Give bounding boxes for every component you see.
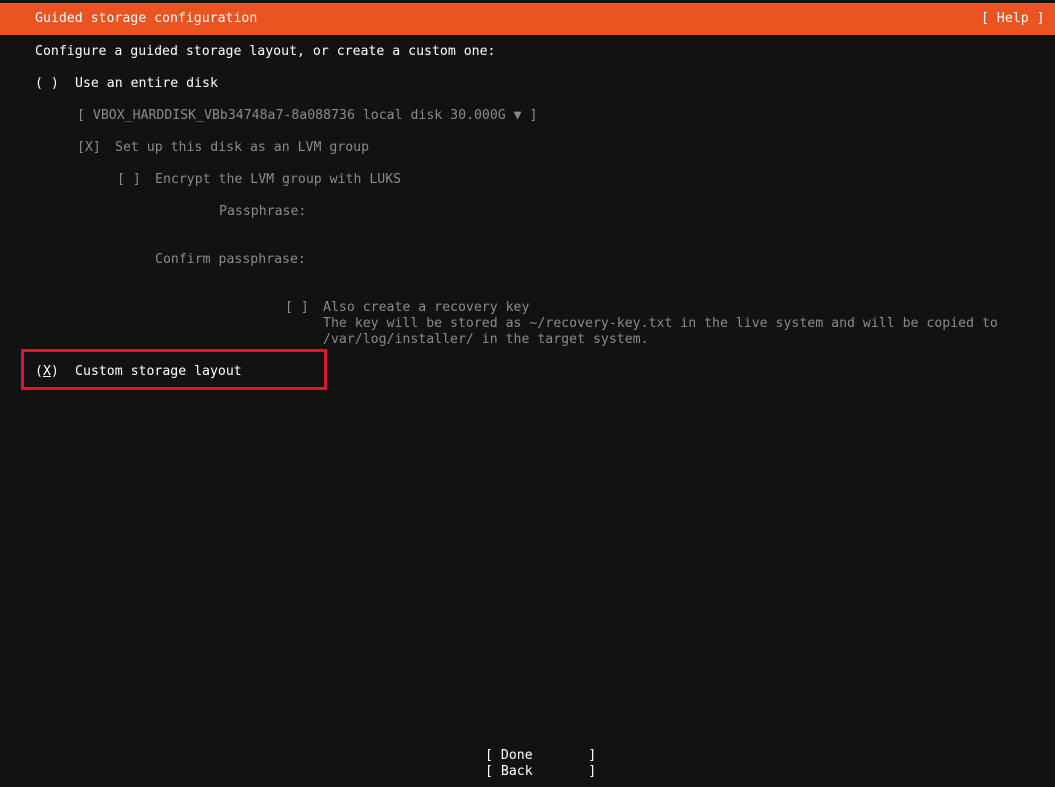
disk-select-dropdown[interactable]: [ VBOX_HARDDISK_VBb34748a7-8a088736 loca… bbox=[77, 108, 538, 124]
intro-text: Configure a guided storage layout, or cr… bbox=[35, 44, 496, 59]
help-button[interactable]: [ Help ] bbox=[981, 11, 1045, 27]
custom-layout-label: Custom storage layout bbox=[75, 364, 242, 379]
title-bar: Guided storage configuration [ Help ] bbox=[0, 3, 1055, 35]
confirm-passphrase-label: Confirm passphrase: bbox=[155, 252, 306, 267]
passphrase-input[interactable] bbox=[323, 204, 723, 220]
lvm-checkbox[interactable]: [X] bbox=[77, 140, 101, 156]
custom-layout-radio-mark: X bbox=[42, 364, 51, 379]
recovery-key-label: Also create a recovery key bbox=[323, 300, 530, 315]
confirm-passphrase-input[interactable] bbox=[323, 252, 723, 268]
entire-disk-label: Use an entire disk bbox=[75, 76, 218, 91]
passphrase-label: Passphrase: bbox=[219, 204, 307, 219]
encrypt-checkbox[interactable]: [ ] bbox=[117, 172, 141, 188]
back-button[interactable]: [ Back ] bbox=[485, 764, 596, 780]
recovery-key-note-line-2: /var/log/installer/ in the target system… bbox=[323, 332, 649, 347]
done-button[interactable]: [ Done ] bbox=[485, 748, 596, 764]
lvm-label: Set up this disk as an LVM group bbox=[115, 140, 370, 155]
recovery-key-checkbox[interactable]: [ ] bbox=[285, 300, 309, 316]
custom-layout-radio-open: ( bbox=[35, 364, 43, 379]
entire-disk-radio[interactable]: ( ) bbox=[35, 76, 59, 92]
encrypt-label: Encrypt the LVM group with LUKS bbox=[155, 172, 402, 187]
custom-layout-radio-close: ) bbox=[50, 364, 59, 379]
recovery-key-note-line-1: The key will be stored as ~/recovery-key… bbox=[323, 316, 998, 331]
custom-layout-radio[interactable]: (X) bbox=[35, 364, 59, 380]
page-title: Guided storage configuration bbox=[35, 11, 258, 26]
